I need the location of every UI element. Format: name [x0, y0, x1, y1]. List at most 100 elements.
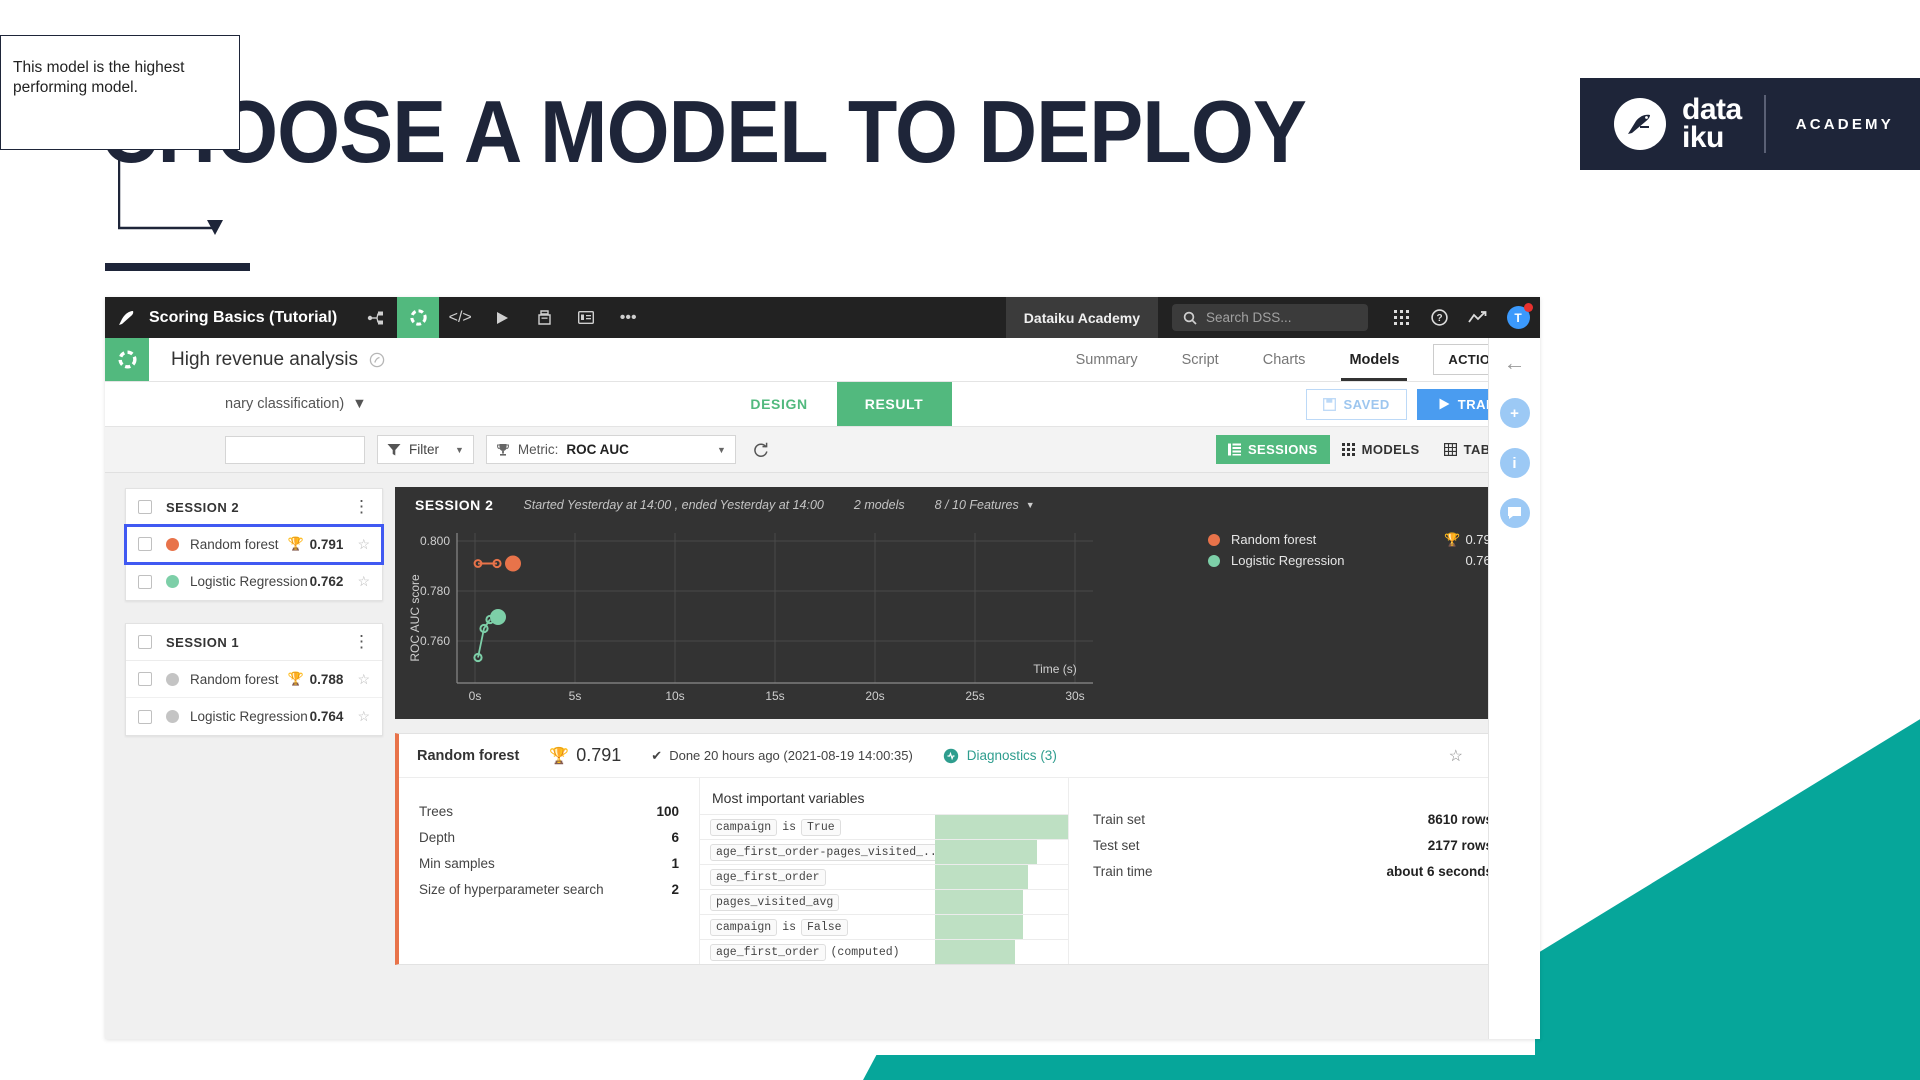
svg-text:0.800: 0.800 [420, 534, 450, 548]
tab-result[interactable]: RESULT [836, 382, 952, 426]
param-row: Trees 100 [419, 804, 679, 819]
project-name[interactable]: Scoring Basics (Tutorial) [149, 309, 355, 327]
tab-models[interactable]: Models [1327, 338, 1421, 381]
more-icon[interactable]: ••• [607, 297, 649, 338]
svg-text:20s: 20s [865, 689, 884, 703]
jobs-icon[interactable] [523, 297, 565, 338]
star-icon[interactable]: ☆ [357, 708, 370, 725]
legend-item[interactable]: Logistic Regression 0.762 [1208, 550, 1498, 571]
collapse-arrow-icon[interactable]: ← [1500, 348, 1530, 378]
search-input[interactable] [1206, 310, 1357, 325]
dashboard-icon[interactable] [565, 297, 607, 338]
list-item[interactable]: Logistic Regression 0.762 ☆ [126, 563, 382, 600]
info-icon[interactable]: i [1499, 448, 1530, 478]
flow-icon[interactable] [355, 297, 397, 338]
star-icon[interactable]: ☆ [357, 536, 370, 553]
variable-bar-cell [935, 815, 1068, 839]
variable-token: age_first_order-pages_visited_... [710, 843, 935, 861]
tab-summary[interactable]: Summary [1054, 338, 1160, 381]
variable-operator: is [782, 820, 797, 834]
add-icon[interactable]: + [1499, 398, 1530, 428]
model-checkbox[interactable] [138, 672, 152, 686]
list-item[interactable]: Random forest 🏆 0.791 ☆ [124, 524, 384, 565]
star-icon[interactable]: ☆ [357, 573, 370, 590]
model-detail-header: Random forest 🏆 0.791 ✔ Done 20 hours ag… [399, 734, 1515, 778]
legend-item[interactable]: Random forest 🏆 0.791 [1208, 529, 1498, 550]
model-checkbox[interactable] [138, 574, 152, 589]
academy-menu-item[interactable]: Dataiku Academy [1005, 297, 1158, 338]
trophy-icon: 🏆 [1444, 531, 1461, 547]
session-chart-panel: SESSION 2 Started Yesterday at 14:00 , e… [395, 487, 1516, 719]
run-icon[interactable] [481, 297, 523, 338]
svg-text:Time (s): Time (s) [1033, 662, 1077, 676]
svg-text:ROC AUC score: ROC AUC score [408, 574, 422, 662]
dss-home-icon[interactable] [105, 308, 149, 328]
importance-bar [935, 915, 1023, 939]
analysis-lab-icon[interactable] [105, 338, 149, 381]
legend-color-dot [1208, 533, 1220, 546]
model-color-dot [166, 575, 179, 588]
chart-session-meta: Started Yesterday at 14:00 , ended Yeste… [523, 498, 824, 512]
table-row: age_first_order [700, 864, 1068, 889]
star-icon[interactable]: ☆ [1449, 746, 1463, 766]
param-key: Trees [419, 804, 454, 819]
stat-row: Train time about 6 seconds [1093, 864, 1493, 879]
model-search-input[interactable] [225, 435, 365, 464]
analysis-info-icon[interactable] [369, 352, 385, 368]
list-item[interactable]: Logistic Regression 0.764 ☆ [126, 698, 382, 735]
refresh-icon[interactable] [748, 441, 773, 458]
saved-button[interactable]: SAVED [1306, 388, 1407, 420]
logo-divider [1763, 95, 1766, 153]
svg-text:30s: 30s [1065, 689, 1084, 703]
logo-academy-label: ACADEMY [1795, 115, 1894, 133]
tab-charts[interactable]: Charts [1241, 338, 1328, 381]
chat-icon[interactable] [1499, 498, 1530, 528]
search-dss-box[interactable] [1172, 304, 1368, 331]
chevron-down-icon: ▼ [1025, 500, 1035, 510]
lab-icon[interactable] [397, 297, 440, 338]
model-checkbox[interactable] [138, 709, 152, 724]
legend-label: Random forest [1231, 532, 1317, 547]
help-icon[interactable]: ? [1420, 297, 1458, 338]
tab-script[interactable]: Script [1160, 338, 1241, 381]
chart-features-dropdown[interactable]: 8 / 10 Features ▼ [935, 498, 1035, 512]
trophy-icon: 🏆 [287, 536, 304, 551]
session-checkbox[interactable] [138, 635, 152, 649]
model-type-selector[interactable]: nary classification) ▼ [105, 382, 367, 426]
diagnostics-link[interactable]: Diagnostics (3) [943, 748, 1057, 764]
analysis-title-wrap: High revenue analysis [149, 338, 385, 381]
view-models[interactable]: MODELS [1330, 435, 1432, 464]
chevron-down-icon[interactable]: ▼ [352, 396, 366, 412]
star-icon[interactable]: ☆ [357, 671, 370, 688]
list-item[interactable]: Random forest 🏆 0.788 ☆ [126, 661, 382, 698]
variable-token: age_first_order [710, 868, 826, 886]
session-header: SESSION 2 ⋮ [126, 489, 382, 526]
svg-text:0.780: 0.780 [420, 584, 450, 598]
design-result-bar: nary classification) ▼ DESIGN RESULT SAV… [105, 382, 1540, 427]
callout-tooltip: This model is the highest performing mod… [0, 35, 240, 150]
chevron-down-icon: ▼ [455, 444, 464, 455]
apps-grid-icon[interactable] [1382, 297, 1420, 338]
user-avatar[interactable]: T [1496, 297, 1540, 338]
view-sessions[interactable]: SESSIONS [1215, 435, 1330, 464]
analysis-tabs: Summary Script Charts Models ACTIONS [1054, 338, 1540, 381]
model-color-dot [166, 537, 179, 551]
filter-dropdown[interactable]: Filter ▼ [377, 435, 474, 464]
dataiku-app-screenshot: Scoring Basics (Tutorial) </> ••• Dataik… [105, 297, 1540, 1039]
metric-dropdown[interactable]: Metric: ROC AUC ▼ [485, 435, 736, 464]
filter-toolbar: Filter ▼ Metric: ROC AUC ▼ SESSIONS MODE… [105, 427, 1540, 473]
table-row: age_first_order (computed) [700, 939, 1068, 964]
chart-plot-area: 0.800 0.780 0.760 ROC AUC score 0s 5s 10… [395, 523, 1516, 719]
model-checkbox[interactable] [138, 537, 152, 551]
dataiku-academy-logo: data iku ACADEMY [1580, 78, 1920, 170]
importance-bar [935, 815, 1068, 839]
code-icon[interactable]: </> [439, 297, 481, 338]
logo-wordmark: data iku [1682, 95, 1742, 152]
session-checkbox[interactable] [138, 500, 152, 514]
variable-token: pages_visited_avg [710, 893, 840, 911]
tab-design[interactable]: DESIGN [722, 382, 837, 426]
stat-value: 8610 rows [1427, 812, 1493, 827]
model-score-wrap: 🏆 0.791 [287, 536, 343, 552]
activity-icon[interactable] [1458, 297, 1496, 338]
model-color-dot [166, 710, 179, 723]
